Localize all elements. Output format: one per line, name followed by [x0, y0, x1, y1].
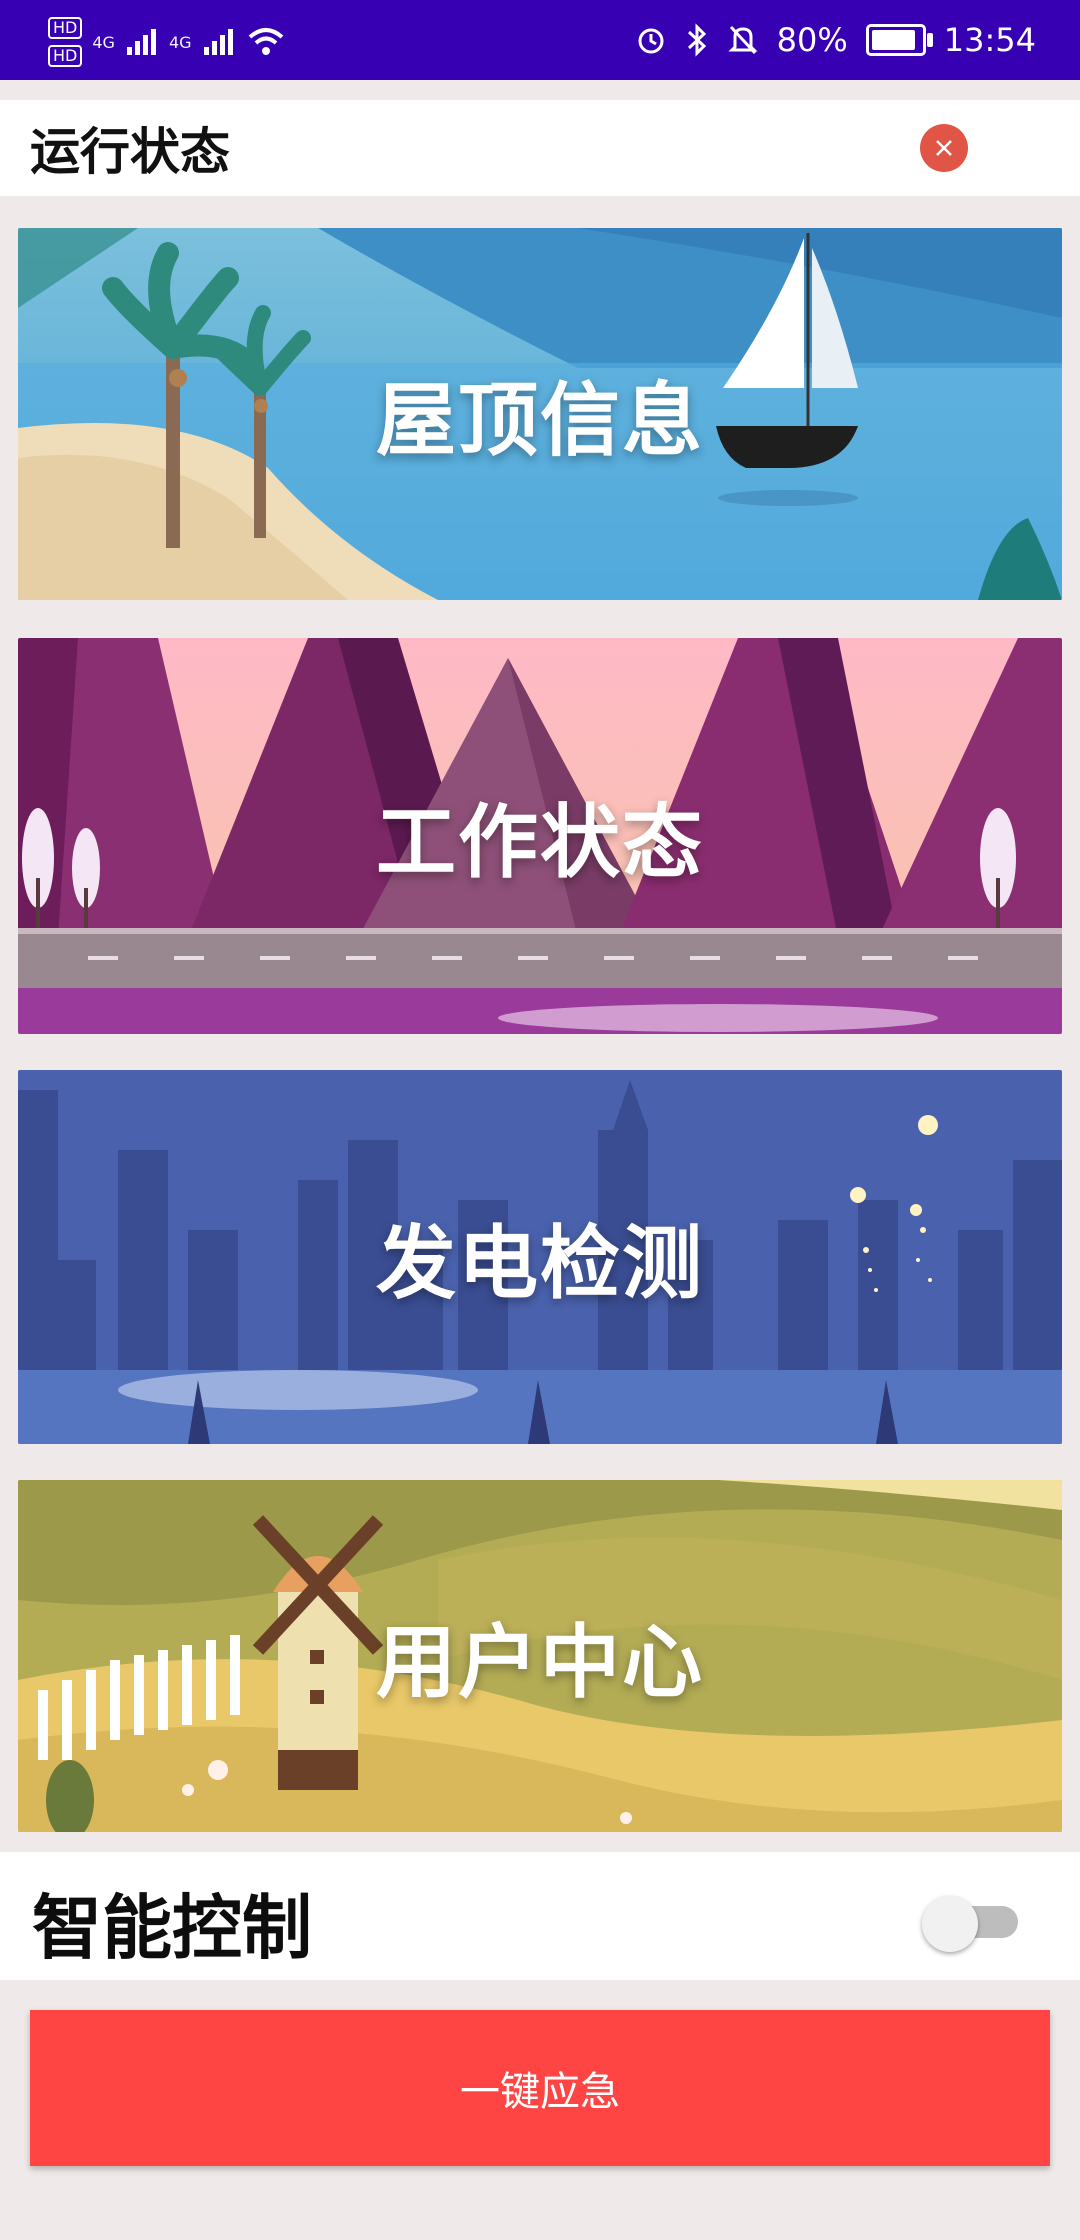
emergency-button[interactable]: 一键应急: [30, 2010, 1050, 2166]
hd-badge-1: HD: [48, 17, 83, 39]
card-power-detection[interactable]: 发电检测: [18, 1070, 1062, 1444]
wifi-icon: [248, 28, 283, 55]
card-label: 工作状态: [376, 796, 704, 889]
toggle-thumb: [922, 1896, 978, 1952]
close-icon: [936, 140, 952, 156]
bluetooth-icon: [687, 23, 706, 57]
status-right: 80% 13:54: [635, 14, 1036, 66]
hd-badge-2: HD: [48, 45, 83, 67]
card-label: 用户中心: [376, 1616, 704, 1709]
card-label: 屋顶信息: [376, 374, 704, 467]
close-button[interactable]: [920, 124, 968, 172]
network-type-1: 4G: [92, 32, 115, 52]
page-title: 运行状态: [30, 123, 230, 181]
status-left: HD HD 4G 4G: [48, 12, 286, 72]
signal-icon: [203, 29, 233, 55]
card-user-center[interactable]: 用户中心: [18, 1480, 1062, 1832]
battery-percent: 80%: [776, 21, 848, 59]
signal-icon: [126, 29, 156, 55]
card-work-status[interactable]: 工作状态: [18, 638, 1062, 1034]
app-header: 运行状态: [0, 100, 1080, 196]
smart-control-toggle[interactable]: [922, 1896, 1018, 1952]
status-bar: HD HD 4G 4G 80% 13:54: [0, 0, 1080, 80]
smart-control-row: 智能控制: [0, 1852, 1080, 1980]
alarm-icon: [638, 28, 664, 54]
smart-control-label: 智能控制: [32, 1887, 312, 1969]
clock: 13:54: [943, 21, 1036, 59]
card-label: 发电检测: [376, 1217, 704, 1310]
network-type-2: 4G: [168, 32, 192, 52]
battery-icon: [865, 24, 933, 56]
card-roof-info[interactable]: 屋顶信息: [18, 228, 1062, 600]
mute-icon: [728, 25, 758, 55]
